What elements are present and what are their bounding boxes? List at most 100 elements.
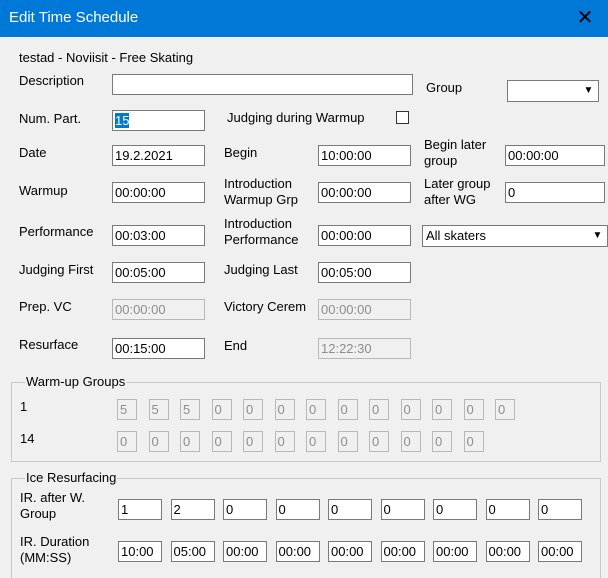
ir-after-input[interactable]: 1	[118, 499, 162, 520]
ir-duration-label-line2: (MM:SS)	[20, 550, 72, 565]
ir-after-input[interactable]: 0	[223, 499, 267, 520]
intro-perf-input[interactable]: 00:00:00	[318, 225, 411, 246]
ir-after-label-line1: IR. after W.	[20, 490, 86, 505]
ir-after-input[interactable]: 0	[328, 499, 372, 520]
warmup-group-cell: 5	[148, 399, 169, 420]
warmup-group-cell: 5	[117, 399, 137, 420]
judging-first-label: Judging First	[19, 262, 94, 277]
skaters-select[interactable]: All skaters ▼	[422, 225, 608, 247]
description-input[interactable]	[112, 74, 413, 95]
prep-vc-input: 00:00:00	[112, 299, 205, 320]
warmup-group-cell: 0	[400, 431, 421, 452]
warmup-group-cell: 0	[463, 431, 484, 452]
warmup-groups-legend: Warm-up Groups	[25, 374, 127, 390]
later-group-label-line2: after WG	[424, 192, 477, 207]
date-label: Date	[19, 145, 47, 160]
begin-input[interactable]: 10:00:00	[318, 145, 411, 166]
event-subtitle: testad - Noviisit - Free Skating	[19, 50, 194, 65]
warmup-group-cell: 0	[211, 431, 232, 452]
warmup-input[interactable]: 00:00:00	[112, 182, 205, 203]
later-group-input[interactable]: 0	[505, 182, 605, 203]
performance-label: Performance	[19, 224, 94, 239]
warmup-group-cell: 0	[117, 431, 137, 452]
num-part-label: Num. Part.	[19, 111, 82, 126]
warmup-group-cell: 0	[148, 431, 169, 452]
group-select[interactable]: ▼	[507, 80, 599, 102]
warmup-label: Warmup	[19, 183, 68, 198]
warmup-row2-label: 14	[20, 431, 35, 446]
ir-duration-label-line1: IR. Duration	[20, 534, 90, 549]
group-label: Group	[426, 80, 463, 95]
performance-input[interactable]: 00:03:00	[112, 225, 205, 246]
victory-input: 00:00:00	[318, 299, 411, 320]
begin-later-label-line1: Begin later	[424, 137, 487, 152]
title-bar: Edit Time Schedule ✕	[0, 0, 608, 37]
warmup-group-cell: 0	[180, 431, 200, 452]
warmup-group-cell: 0	[243, 399, 263, 420]
chevron-down-icon[interactable]: ▼	[580, 82, 597, 100]
ice-resurfacing-legend: Ice Resurfacing	[25, 470, 118, 486]
victory-label: Victory Cerem	[224, 299, 307, 314]
ir-duration-input[interactable]: 00:00	[380, 541, 425, 562]
intro-warmup-input[interactable]: 00:00:00	[318, 182, 411, 203]
intro-warmup-label-line2: Warmup Grp	[224, 192, 298, 207]
window-title: Edit Time Schedule	[9, 9, 139, 26]
begin-later-label-line2: group	[424, 153, 458, 168]
ir-after-input[interactable]: 0	[275, 499, 320, 520]
skaters-select-value: All skaters	[426, 228, 486, 243]
ir-duration-input[interactable]: 05:00	[170, 541, 215, 562]
resurface-label: Resurface	[19, 337, 79, 352]
resurface-input[interactable]: 00:15:00	[112, 338, 205, 359]
warmup-group-cell: 5	[180, 399, 200, 420]
ir-after-input[interactable]: 2	[170, 499, 215, 520]
ir-after-label-line2: Group	[20, 506, 57, 521]
intro-warmup-label-line1: Introduction	[224, 176, 292, 191]
ir-duration-input[interactable]: 00:00	[275, 541, 320, 562]
warmup-group-cell: 0	[211, 399, 232, 420]
ir-duration-input[interactable]: 00:00	[433, 541, 477, 562]
warmup-group-cell: 0	[306, 399, 326, 420]
ir-after-input[interactable]: 0	[433, 499, 477, 520]
end-label: End	[224, 338, 248, 353]
warmup-group-cell: 0	[274, 399, 295, 420]
later-group-label-line1: Later group	[424, 176, 491, 191]
judging-last-label: Judging Last	[224, 262, 298, 277]
warmup-group-cell: 0	[432, 399, 452, 420]
warmup-group-cell: 0	[369, 399, 389, 420]
intro-perf-label-line2: Performance	[224, 232, 299, 247]
ir-after-input[interactable]: 0	[380, 499, 425, 520]
warmup-group-cell: 0	[243, 431, 263, 452]
ir-after-input[interactable]: 0	[485, 499, 530, 520]
warmup-group-cell: 0	[432, 431, 452, 452]
date-input[interactable]: 19.2.2021	[112, 145, 205, 166]
chevron-down-icon[interactable]: ▼	[589, 227, 606, 245]
warmup-group-cell: 0	[495, 399, 515, 420]
judging-first-input[interactable]: 00:05:00	[112, 262, 205, 283]
prep-vc-label: Prep. VC	[19, 299, 72, 314]
warmup-group-cell: 0	[337, 399, 358, 420]
begin-later-input[interactable]: 00:00:00	[505, 145, 605, 166]
judging-last-input[interactable]: 00:05:00	[318, 262, 411, 283]
ice-resurfacing-panel	[11, 478, 601, 578]
warmup-group-cell: 0	[400, 399, 421, 420]
ir-duration-input[interactable]: 00:00	[538, 541, 582, 562]
warmup-group-cell: 0	[274, 431, 295, 452]
judging-warmup-checkbox[interactable]	[396, 111, 409, 124]
num-part-input[interactable]: 15	[112, 110, 205, 131]
end-input: 12:22:30	[318, 338, 411, 359]
warmup-group-cell: 0	[369, 431, 389, 452]
begin-label: Begin	[224, 145, 258, 160]
description-label: Description	[19, 73, 85, 88]
ir-duration-input[interactable]: 00:00	[485, 541, 530, 562]
warmup-row1-label: 1	[20, 399, 28, 414]
ir-duration-input[interactable]: 00:00	[328, 541, 372, 562]
warmup-group-cell: 0	[463, 399, 484, 420]
ir-duration-input[interactable]: 00:00	[223, 541, 267, 562]
close-icon[interactable]: ✕	[562, 0, 608, 37]
warmup-group-cell: 0	[337, 431, 358, 452]
ir-after-input[interactable]: 0	[538, 499, 582, 520]
intro-perf-label-line1: Introduction	[224, 216, 292, 231]
warmup-group-cell: 0	[306, 431, 326, 452]
ir-duration-input[interactable]: 10:00	[118, 541, 162, 562]
num-part-value: 15	[115, 113, 130, 128]
